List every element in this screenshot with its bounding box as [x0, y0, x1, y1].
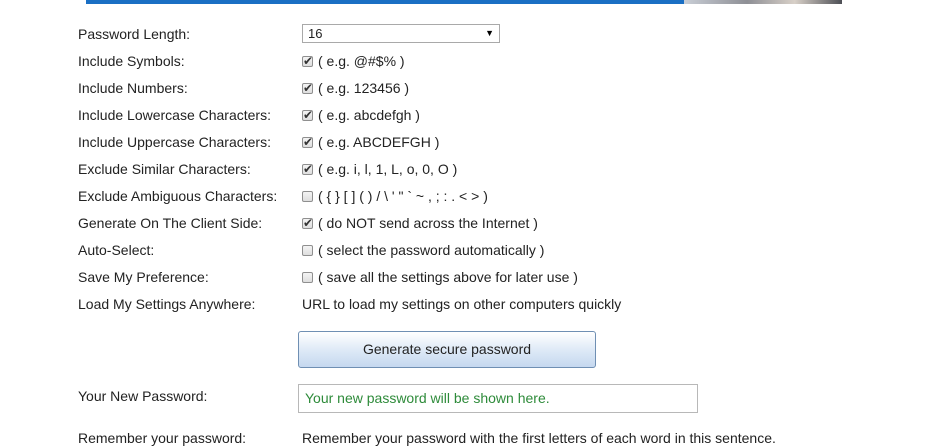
option-label: Save My Preference:: [78, 269, 209, 285]
password-length-label: Password Length:: [78, 26, 191, 42]
auto-select-checkbox[interactable]: [302, 244, 313, 256]
option-label: Generate On The Client Side:: [78, 215, 263, 231]
option-row-include-symbols: Include Symbols: ( e.g. @#$% ): [78, 52, 898, 70]
option-label: Include Numbers:: [78, 80, 188, 96]
new-password-output[interactable]: Your new password will be shown here.: [298, 384, 698, 413]
option-row-exclude-ambiguous: Exclude Ambiguous Characters: ( { } [ ] …: [78, 187, 898, 205]
include-uppercase-checkbox[interactable]: [302, 133, 313, 151]
password-length-value: 16: [308, 26, 323, 41]
option-hint: ( select the password automatically ): [318, 242, 545, 258]
remember-sentence: Remember your password with the first le…: [302, 430, 776, 446]
load-settings-label: Load My Settings Anywhere:: [78, 296, 256, 312]
load-settings-url-link[interactable]: URL to load my settings on other compute…: [302, 295, 621, 313]
exclude-ambiguous-checkbox[interactable]: [302, 190, 313, 202]
remember-row: Remember your password: Remember your pa…: [78, 429, 898, 447]
option-row-include-numbers: Include Numbers: ( e.g. 123456 ): [78, 79, 898, 97]
dropdown-arrow-icon[interactable]: ▼: [485, 25, 494, 42]
option-label: Auto-Select:: [78, 242, 155, 258]
password-length-select[interactable]: 16 ▼: [302, 24, 500, 43]
exclude-similar-checkbox[interactable]: [302, 160, 313, 178]
option-row-include-lowercase: Include Lowercase Characters: ( e.g. abc…: [78, 106, 898, 124]
option-hint: ( e.g. 123456 ): [318, 80, 410, 96]
option-row-exclude-similar: Exclude Similar Characters: ( e.g. i, l,…: [78, 160, 898, 178]
new-password-label: Your New Password:: [78, 388, 208, 404]
option-row-auto-select: Auto-Select: ( select the password autom…: [78, 241, 898, 259]
generate-password-button[interactable]: Generate secure password: [298, 331, 596, 368]
option-row-save-preference: Save My Preference: ( save all the setti…: [78, 268, 898, 286]
option-hint: ( { } [ ] ( ) / \ ' " ` ~ , ; : . < > ): [318, 188, 488, 204]
include-lowercase-checkbox[interactable]: [302, 106, 313, 124]
option-hint: ( save all the settings above for later …: [318, 269, 578, 285]
include-numbers-checkbox[interactable]: [302, 79, 313, 97]
load-settings-row: Load My Settings Anywhere: URL to load m…: [78, 295, 898, 313]
include-symbols-checkbox[interactable]: [302, 52, 313, 70]
option-label: Exclude Similar Characters:: [78, 161, 251, 177]
client-side-checkbox[interactable]: [302, 214, 313, 232]
option-hint: ( e.g. @#$% ): [318, 53, 405, 69]
option-hint: ( e.g. i, l, 1, L, o, 0, O ): [318, 161, 458, 177]
option-label: Include Uppercase Characters:: [78, 134, 271, 150]
option-row-include-uppercase: Include Uppercase Characters: ( e.g. ABC…: [78, 133, 898, 151]
option-row-client-side: Generate On The Client Side: ( do NOT se…: [78, 214, 898, 232]
header-banner-image: [684, 0, 842, 4]
option-label: Include Symbols:: [78, 53, 185, 69]
remember-label: Remember your password:: [78, 430, 247, 446]
option-hint: ( do NOT send across the Internet ): [318, 215, 538, 231]
option-hint: ( e.g. abcdefgh ): [318, 107, 420, 123]
save-preference-checkbox[interactable]: [302, 271, 313, 283]
option-label: Include Lowercase Characters:: [78, 107, 271, 123]
option-label: Exclude Ambiguous Characters:: [78, 188, 278, 204]
option-hint: ( e.g. ABCDEFGH ): [318, 134, 440, 150]
